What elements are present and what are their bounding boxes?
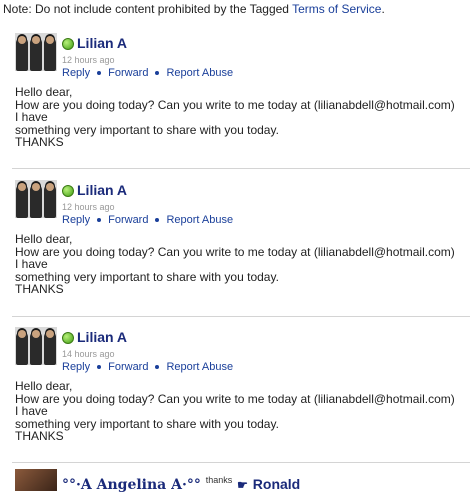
divider bbox=[12, 316, 470, 317]
report-abuse-link[interactable]: Report Abuse bbox=[166, 67, 233, 79]
report-abuse-link[interactable]: Report Abuse bbox=[166, 361, 233, 373]
bullet-icon bbox=[155, 365, 160, 370]
reply-link[interactable]: Reply bbox=[62, 361, 90, 373]
message-body: Hello dear, How are you doing today? Can… bbox=[15, 379, 455, 443]
timestamp: 14 hours ago bbox=[62, 349, 115, 359]
online-status-icon bbox=[62, 38, 74, 50]
sender-name-line: °°·A Angelina A·°° thanks ☛ Ronald bbox=[62, 475, 300, 493]
forward-link[interactable]: Forward bbox=[108, 361, 148, 373]
bullet-icon bbox=[97, 365, 102, 370]
tos-note: Note: Do not include content prohibited … bbox=[3, 2, 385, 16]
reply-link[interactable]: Reply bbox=[62, 214, 90, 226]
report-abuse-link[interactable]: Report Abuse bbox=[166, 214, 233, 226]
avatar[interactable] bbox=[15, 180, 57, 218]
message-body: Hello dear, How are you doing today? Can… bbox=[15, 85, 455, 149]
timestamp: 12 hours ago bbox=[62, 55, 115, 65]
message-actions: Reply Forward Report Abuse bbox=[62, 214, 233, 226]
timestamp: 12 hours ago bbox=[62, 202, 115, 212]
bullet-icon bbox=[155, 71, 160, 76]
avatar[interactable] bbox=[15, 469, 57, 491]
pointing-hand-icon: ☛ bbox=[237, 478, 248, 492]
avatar[interactable] bbox=[15, 33, 57, 71]
online-status-icon bbox=[62, 332, 74, 344]
sender-name[interactable]: Lilian A bbox=[77, 182, 127, 198]
reply-link[interactable]: Reply bbox=[62, 67, 90, 79]
avatar[interactable] bbox=[15, 327, 57, 365]
terms-of-service-link[interactable]: Terms of Service bbox=[292, 2, 381, 16]
forward-link[interactable]: Forward bbox=[108, 67, 148, 79]
sender-name[interactable]: Lilian A bbox=[77, 35, 127, 51]
sender-name[interactable]: Lilian A bbox=[77, 329, 127, 345]
bullet-icon bbox=[97, 71, 102, 76]
forward-link[interactable]: Forward bbox=[108, 214, 148, 226]
tos-note-prefix: Note: Do not include content prohibited … bbox=[3, 2, 293, 16]
message-body: Hello dear, How are you doing today? Can… bbox=[15, 232, 455, 296]
message-actions: Reply Forward Report Abuse bbox=[62, 67, 233, 79]
divider bbox=[12, 462, 470, 463]
recipient-name[interactable]: Ronald bbox=[253, 476, 300, 492]
message-actions: Reply Forward Report Abuse bbox=[62, 361, 233, 373]
divider bbox=[12, 168, 470, 169]
bullet-icon bbox=[97, 218, 102, 223]
bullet-icon bbox=[155, 218, 160, 223]
thanks-label: thanks bbox=[205, 475, 233, 485]
tos-note-suffix: . bbox=[381, 2, 385, 16]
online-status-icon bbox=[62, 185, 74, 197]
